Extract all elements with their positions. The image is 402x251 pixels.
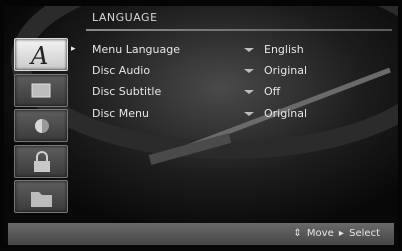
option-marker-icon xyxy=(244,112,254,116)
lock-icon xyxy=(34,151,50,172)
footer-hint-bar: ⇕ Move ▸ Select xyxy=(8,223,394,245)
tab-language[interactable]: A xyxy=(14,38,68,71)
move-label: Move xyxy=(306,228,334,239)
menu-row-menu-language[interactable]: Menu Language English xyxy=(92,43,392,59)
disc-subtitle-label: Disc Subtitle xyxy=(92,85,162,98)
tab-others[interactable] xyxy=(14,180,68,213)
option-marker-icon xyxy=(244,90,254,94)
option-marker-icon xyxy=(244,48,254,52)
display-screen-icon xyxy=(31,83,51,98)
option-marker-icon xyxy=(244,69,254,73)
tab-display[interactable] xyxy=(14,74,68,107)
dvd-setup-screen: LANGUAGE A ▸ Menu Language English Disc … xyxy=(0,0,402,251)
svg-text:A: A xyxy=(29,42,48,70)
disc-audio-value: Original xyxy=(264,64,308,77)
tab-lock[interactable] xyxy=(14,145,68,178)
menu-row-disc-audio[interactable]: Disc Audio Original xyxy=(92,64,392,80)
disc-menu-label: Disc Menu xyxy=(92,107,150,120)
disc-menu-value: Original xyxy=(264,107,308,120)
language-a-icon: A xyxy=(29,42,48,70)
menu-language-label: Menu Language xyxy=(92,43,180,56)
disc-audio-label: Disc Audio xyxy=(92,64,151,77)
select-label: Select xyxy=(349,228,380,239)
title-divider xyxy=(86,29,392,31)
select-arrow-icon: ▸ xyxy=(338,228,344,239)
move-arrows-icon: ⇕ xyxy=(293,228,302,239)
menu-language-value: English xyxy=(264,43,304,56)
menu-row-disc-subtitle[interactable]: Disc Subtitle Off xyxy=(92,85,392,101)
navigation-hint: ⇕ Move ▸ Select xyxy=(291,228,380,239)
active-tab-arrow-icon: ▸ xyxy=(71,44,76,54)
disc-subtitle-value: Off xyxy=(264,85,281,98)
menu-title: LANGUAGE xyxy=(92,11,158,24)
tab-audio[interactable] xyxy=(14,109,68,142)
menu-row-disc-menu[interactable]: Disc Menu Original xyxy=(92,107,392,123)
settings-sidebar: A ▸ xyxy=(12,34,80,213)
audio-speaker-icon xyxy=(35,119,49,133)
other-folder-icon xyxy=(31,192,52,207)
